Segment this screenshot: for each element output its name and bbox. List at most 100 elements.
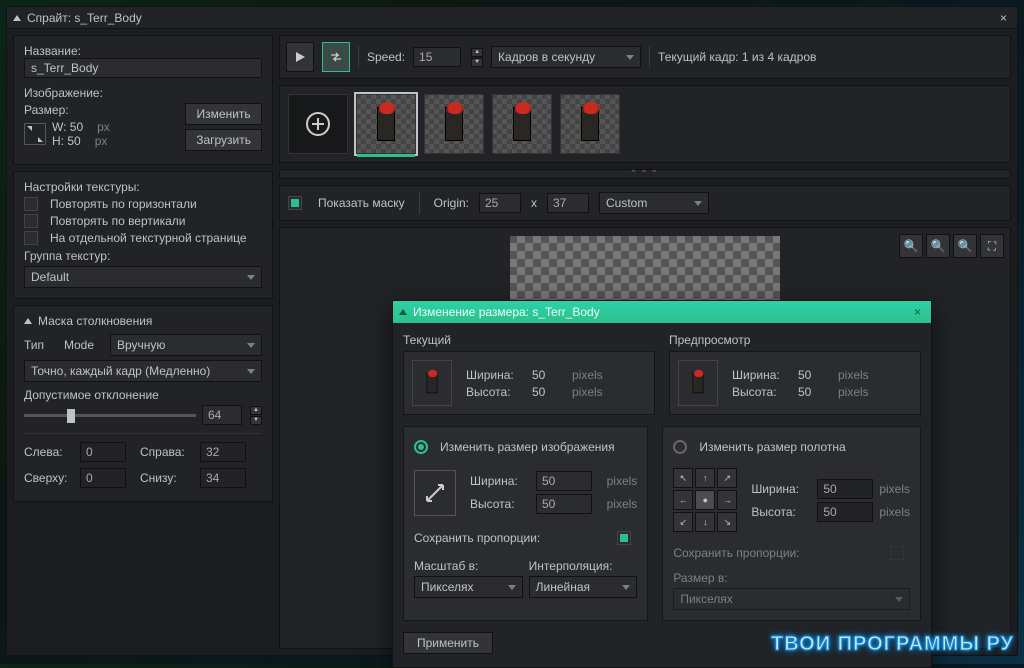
origin-y-input[interactable] xyxy=(547,193,589,213)
keep-ratio-checkbox2 xyxy=(890,546,904,560)
show-mask-label: Показать маску xyxy=(318,196,405,210)
speed-input[interactable] xyxy=(413,47,461,67)
chevron-down-icon xyxy=(247,343,255,348)
texture-panel: Настройки текстуры: Повторять по горизон… xyxy=(13,171,273,299)
px-label: pixels xyxy=(572,385,603,399)
img-height-input[interactable] xyxy=(536,494,592,514)
resize-canvas-column: Изменить размер полотна ↖↑↗ ←●→ ↙↓↘ Шири… xyxy=(662,426,921,621)
frame-1[interactable] xyxy=(356,94,416,154)
scalein-select[interactable]: Пикселях xyxy=(414,576,523,598)
dialog-titlebar[interactable]: Изменение размера: s_Terr_Body × xyxy=(393,301,931,323)
fps-select[interactable]: Кадров в секунду xyxy=(491,46,641,68)
origin-preset-select[interactable]: Custom xyxy=(599,192,709,214)
interp-select[interactable]: Линейная xyxy=(529,576,638,598)
frames-strip xyxy=(279,85,1011,163)
height-value: H: 50 xyxy=(52,134,81,148)
current-frame-label: Текущий кадр: 1 из 4 кадров xyxy=(658,50,816,64)
top-label: Сверху: xyxy=(24,471,74,485)
resize-image-radio[interactable] xyxy=(414,440,428,454)
image-label: Изображение: xyxy=(24,86,262,100)
speed-spinner[interactable]: ▲▼ xyxy=(471,48,483,67)
left-input[interactable] xyxy=(80,442,126,462)
collapse-icon[interactable] xyxy=(399,309,407,315)
img-width-input[interactable] xyxy=(536,471,592,491)
name-input[interactable] xyxy=(24,58,262,78)
canvas-height-input xyxy=(817,502,873,522)
septex-checkbox[interactable] xyxy=(24,231,38,245)
load-button[interactable]: Загрузить xyxy=(185,129,262,151)
texgroup-select[interactable]: Default xyxy=(24,266,262,288)
close-icon[interactable]: × xyxy=(996,11,1011,25)
prev-w-val: 50 xyxy=(798,368,832,382)
px-label: pixels xyxy=(572,368,603,382)
sizein-label: Размер в: xyxy=(673,571,910,585)
tile-v-checkbox[interactable] xyxy=(24,214,38,228)
keep-ratio-label: Сохранить пропорции: xyxy=(414,531,540,545)
cur-w-val: 50 xyxy=(532,368,566,382)
tolerance-spinner[interactable]: ▲▼ xyxy=(250,406,262,425)
zoom-reset-button[interactable]: 🔍 xyxy=(926,234,950,258)
apply-button[interactable]: Применить xyxy=(403,632,493,654)
tolerance-input[interactable] xyxy=(202,405,242,425)
tolerance-slider[interactable] xyxy=(24,407,196,423)
speed-label: Speed: xyxy=(367,50,405,64)
frame-2[interactable] xyxy=(424,94,484,154)
chevron-down-icon xyxy=(622,585,630,590)
preview-label: Предпросмотр xyxy=(669,333,921,347)
collapse-icon[interactable] xyxy=(24,318,32,324)
bottom-label: Снизу: xyxy=(140,471,194,485)
chevron-down-icon xyxy=(694,201,702,206)
zoom-in-button[interactable]: 🔍 xyxy=(953,234,977,258)
chevron-down-icon xyxy=(895,597,903,602)
interp-label: Интерполяция: xyxy=(529,559,638,573)
cur-h-label: Высота: xyxy=(466,385,526,399)
frame-4[interactable] xyxy=(560,94,620,154)
tile-h-checkbox[interactable] xyxy=(24,197,38,211)
fullscreen-button[interactable]: ⛶ xyxy=(980,234,1004,258)
top-input[interactable] xyxy=(80,468,126,488)
splitter-handle[interactable]: ⌃⌃⌃ xyxy=(279,169,1011,179)
add-frame-button[interactable] xyxy=(288,94,348,154)
right-label: Справа: xyxy=(140,445,194,459)
keep-ratio-checkbox[interactable] xyxy=(617,531,631,545)
current-label: Текущий xyxy=(403,333,655,347)
texgroup-label: Группа текстур: xyxy=(24,249,262,263)
name-label: Название: xyxy=(24,44,262,58)
play-button[interactable] xyxy=(286,42,314,72)
anchor-grid[interactable]: ↖↑↗ ←●→ ↙↓↘ xyxy=(673,468,737,532)
tile-h-label: Повторять по горизонтали xyxy=(50,197,197,211)
dialog-close-icon[interactable]: × xyxy=(910,305,925,319)
width-value: W: 50 xyxy=(52,120,83,134)
right-input[interactable] xyxy=(200,442,246,462)
main-titlebar[interactable]: Спрайт: s_Terr_Body × xyxy=(7,7,1017,29)
zoom-tools: 🔍 🔍 🔍 ⛶ xyxy=(899,234,1004,258)
px-unit: px xyxy=(97,120,110,134)
resize-image-column: Изменить размер изображения Ширина:pixel… xyxy=(403,426,648,621)
bottom-input[interactable] xyxy=(200,468,246,488)
frame-3[interactable] xyxy=(492,94,552,154)
collision-panel: Маска столкновения Тип Mode Вручную Точн… xyxy=(13,305,273,502)
resize-canvas-radio[interactable] xyxy=(673,440,687,454)
scalein-label: Масштаб в: xyxy=(414,559,523,573)
origin-x-input[interactable] xyxy=(479,193,521,213)
img-h-label: Высота: xyxy=(470,497,530,511)
sizein-select: Пикселях xyxy=(673,588,910,610)
mode-label: Mode xyxy=(64,338,104,352)
septex-label: На отдельной текстурной странице xyxy=(50,231,247,245)
preview-thumb xyxy=(678,360,718,406)
mode-select[interactable]: Вручную xyxy=(110,334,262,356)
type-label: Тип xyxy=(24,338,58,352)
show-mask-checkbox[interactable] xyxy=(288,196,302,210)
prev-w-label: Ширина: xyxy=(732,368,792,382)
zoom-out-button[interactable]: 🔍 xyxy=(899,234,923,258)
keep-ratio-label2: Сохранить пропорции: xyxy=(673,546,799,560)
resize-icon[interactable] xyxy=(24,123,46,145)
scale-icon xyxy=(414,470,456,516)
resize-canvas-label: Изменить размер полотна xyxy=(699,440,845,454)
edit-button[interactable]: Изменить xyxy=(185,103,262,125)
precision-select[interactable]: Точно, каждый кадр (Медленно) xyxy=(24,360,262,382)
tile-v-label: Повторять по вертикали xyxy=(50,214,186,228)
chevron-down-icon xyxy=(626,55,634,60)
collapse-icon[interactable] xyxy=(13,15,21,21)
loop-button[interactable] xyxy=(322,42,350,72)
